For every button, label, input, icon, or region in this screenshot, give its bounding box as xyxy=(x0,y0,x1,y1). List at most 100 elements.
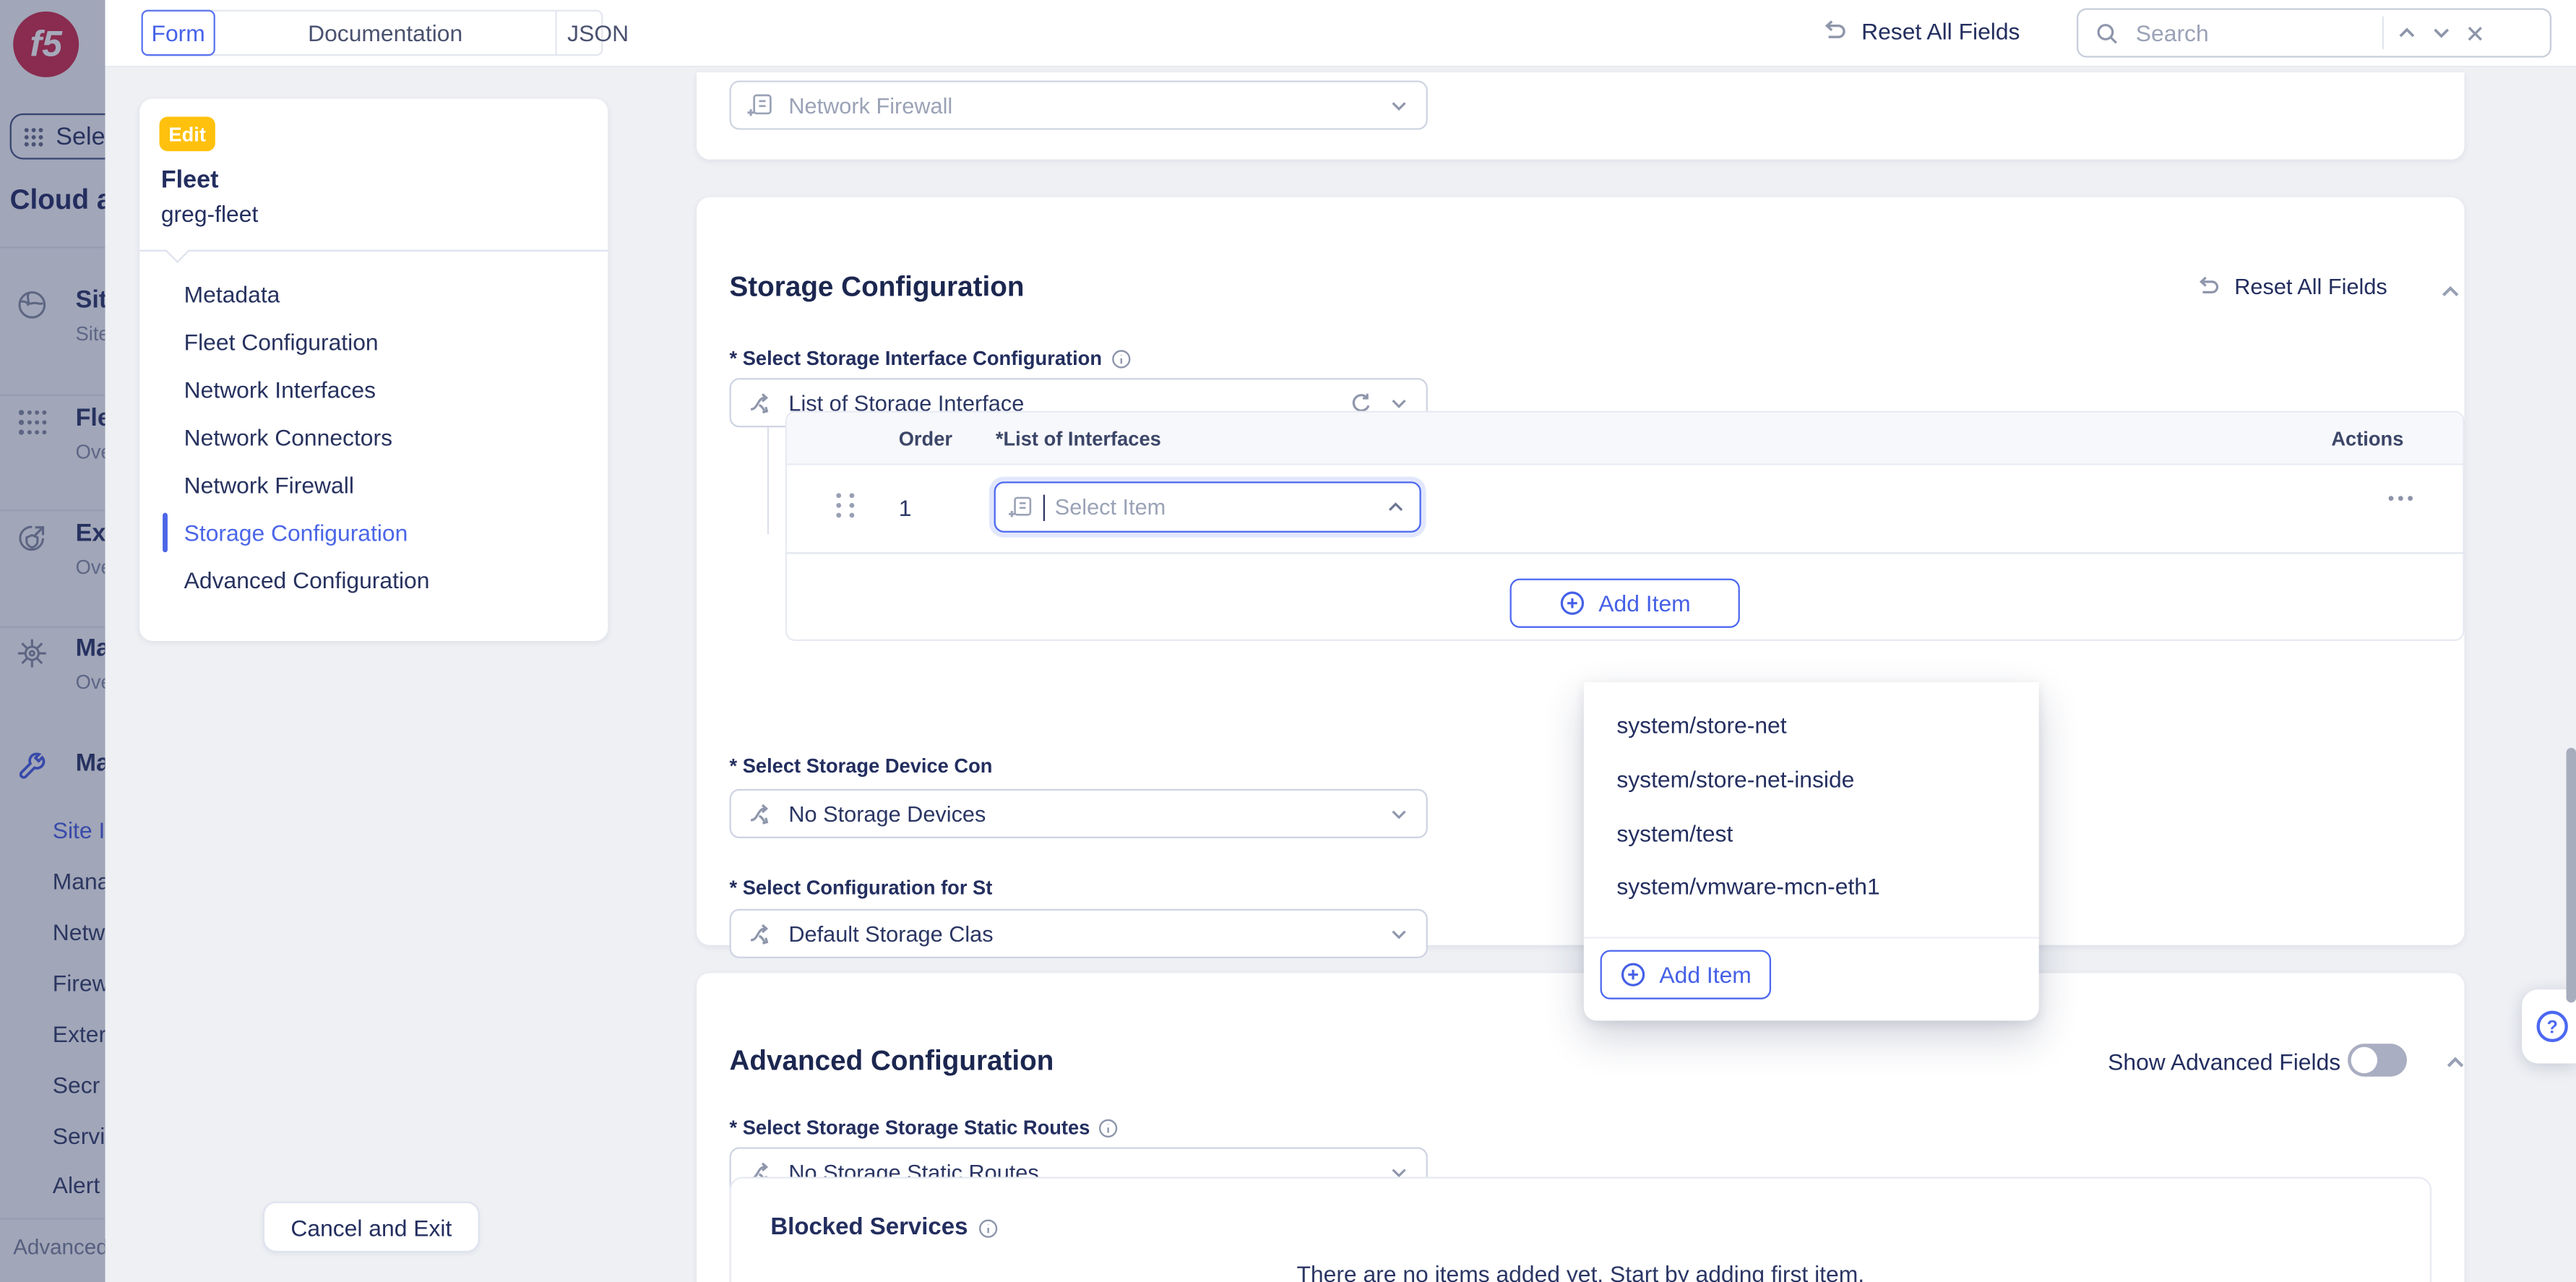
cancel-and-exit-button[interactable]: Cancel and Exit xyxy=(263,1202,480,1253)
add-item-button[interactable]: Add Item xyxy=(1510,579,1740,628)
info-icon[interactable] xyxy=(1110,348,1132,369)
storage-device-label-text: * Select Storage Device Con xyxy=(730,754,993,778)
search-input[interactable] xyxy=(2132,18,2369,48)
chevron-up-icon xyxy=(1385,496,1407,518)
network-firewall-select[interactable]: Network Firewall xyxy=(730,80,1428,129)
info-icon[interactable] xyxy=(978,1217,999,1239)
storage-device-label: * Select Storage Device Con xyxy=(730,754,993,778)
one-of-icon xyxy=(748,801,774,827)
storage-interface-label-text: * Select Storage Interface Configuration xyxy=(730,347,1102,370)
dropdown-add-item-button[interactable]: Add Item xyxy=(1601,950,1771,999)
close-icon[interactable] xyxy=(2465,22,2486,44)
form-nav-advanced-configuration[interactable]: Advanced Configuration xyxy=(184,567,430,593)
storage-class-label-text: * Select Configuration for St xyxy=(730,876,993,899)
tab-form-label: Form xyxy=(152,20,205,46)
scrollbar-thumb[interactable] xyxy=(2565,748,2575,1003)
tab-form[interactable]: Form xyxy=(142,10,215,56)
chevron-up-icon[interactable] xyxy=(2395,22,2418,45)
form-nav-network-connectors[interactable]: Network Connectors xyxy=(184,424,392,450)
dropdown-divider xyxy=(1584,937,2039,938)
storage-class-label: * Select Configuration for St xyxy=(730,876,993,899)
search-box xyxy=(2077,8,2551,57)
select-item-dropdown: system/store-net system/store-net-inside… xyxy=(1584,682,2039,1021)
search-divider xyxy=(2382,17,2384,49)
chevron-down-icon xyxy=(1388,923,1410,945)
storage-configuration-card: Storage Configuration Reset All Fields *… xyxy=(697,197,2465,945)
form-nav-storage-configuration[interactable]: Storage Configuration xyxy=(184,520,408,546)
column-order: Order xyxy=(899,427,952,450)
chevron-down-icon xyxy=(1388,392,1410,413)
collapse-chevron-icon[interactable] xyxy=(2443,1050,2468,1075)
blocked-services-title-text: Blocked Services xyxy=(770,1215,968,1241)
chevron-down-icon[interactable] xyxy=(2430,22,2453,45)
option-system-store-net[interactable]: system/store-net xyxy=(1616,712,1786,738)
app-window: f5 Sele Cloud a Sites Site M Flee Overv xyxy=(0,0,2576,1282)
static-routes-label: * Select Storage Storage Static Routes xyxy=(730,1116,1120,1139)
form-nav-network-interfaces[interactable]: Network Interfaces xyxy=(184,377,376,403)
storage-device-select[interactable]: No Storage Devices xyxy=(730,789,1428,838)
collapse-chevron-icon[interactable] xyxy=(2438,280,2463,304)
chevron-down-icon xyxy=(1388,803,1410,825)
svg-text:?: ? xyxy=(2547,1017,2558,1037)
network-firewall-select-value: Network Firewall xyxy=(788,93,1373,118)
storage-interface-label: * Select Storage Interface Configuration xyxy=(730,347,1132,370)
tab-documentation[interactable]: Documentation xyxy=(215,10,556,56)
interfaces-table: Order *List of Interfaces Actions 1 Sele… xyxy=(785,411,2465,641)
add-item-label: Add Item xyxy=(1598,590,1690,616)
option-system-store-net-inside[interactable]: system/store-net-inside xyxy=(1616,766,1854,792)
static-routes-label-text: * Select Storage Storage Static Routes xyxy=(730,1116,1090,1139)
column-actions: Actions xyxy=(2331,427,2403,450)
storage-class-select[interactable]: Default Storage Clas xyxy=(730,909,1428,958)
blocked-services-title: Blocked Services xyxy=(770,1215,999,1241)
show-advanced-fields-label: Show Advanced Fields xyxy=(2108,1049,2340,1075)
reset-all-fields-label: Reset All Fields xyxy=(1861,18,2020,44)
select-item-combobox[interactable]: Select Item xyxy=(994,481,1421,533)
plus-circle-icon xyxy=(1559,590,1585,616)
storage-class-select-value: Default Storage Clas xyxy=(788,921,1373,946)
section-reset-all-label: Reset All Fields xyxy=(2234,275,2387,299)
form-nav-card: Edit Fleet greg-fleet Metadata Fleet Con… xyxy=(139,98,608,641)
modal-backdrop xyxy=(0,0,105,1282)
chevron-down-icon xyxy=(1388,95,1410,116)
option-system-vmware-mcn-eth1[interactable]: system/vmware-mcn-eth1 xyxy=(1616,873,1879,899)
interfaces-table-header: Order *List of Interfaces Actions xyxy=(787,413,2463,465)
object-name: greg-fleet xyxy=(161,200,259,226)
tab-json-label: JSON xyxy=(567,20,629,46)
storage-device-select-value: No Storage Devices xyxy=(788,801,1373,826)
reset-all-fields-button[interactable]: Reset All Fields xyxy=(1822,18,2020,44)
column-list-of-interfaces: *List of Interfaces xyxy=(996,427,1161,450)
form-nav-divider xyxy=(139,250,608,251)
drag-handle[interactable] xyxy=(836,493,856,517)
dropdown-add-item-label: Add Item xyxy=(1659,962,1751,988)
tree-connector xyxy=(767,427,769,534)
edit-badge: Edit xyxy=(160,116,215,151)
advanced-section-title: Advanced Configuration xyxy=(730,1046,1054,1078)
advanced-configuration-card: Advanced Configuration Show Advanced Fie… xyxy=(697,973,2465,1282)
form-item-icon xyxy=(1009,495,1033,520)
search-icon xyxy=(2095,20,2119,45)
option-system-test[interactable]: system/test xyxy=(1616,820,1733,846)
form-nav-notch xyxy=(165,240,189,263)
object-type: Fleet xyxy=(161,166,219,194)
form-item-icon xyxy=(748,92,774,118)
show-advanced-fields-toggle[interactable] xyxy=(2348,1044,2407,1076)
tab-json[interactable]: JSON xyxy=(556,10,641,56)
plus-circle-icon xyxy=(1620,962,1646,988)
one-of-icon xyxy=(748,921,774,947)
row-actions-menu[interactable]: ••• xyxy=(2388,490,2417,509)
info-icon[interactable] xyxy=(1098,1117,1120,1138)
form-nav-network-firewall[interactable]: Network Firewall xyxy=(184,472,354,498)
row-order-value: 1 xyxy=(899,495,912,521)
form-nav-fleet-configuration[interactable]: Fleet Configuration xyxy=(184,329,379,355)
active-nav-indicator xyxy=(163,513,168,553)
reset-icon xyxy=(1822,18,1848,44)
form-nav-metadata[interactable]: Metadata xyxy=(184,281,280,307)
reset-icon xyxy=(2197,275,2221,299)
text-caret xyxy=(1043,494,1045,520)
select-item-placeholder: Select Item xyxy=(1055,495,1375,520)
section-reset-all-button[interactable]: Reset All Fields xyxy=(2197,275,2387,299)
tab-documentation-label: Documentation xyxy=(308,20,462,46)
form-content: Edit Fleet greg-fleet Metadata Fleet Con… xyxy=(105,66,2576,1282)
help-icon: ? xyxy=(2535,1009,2569,1044)
toggle-knob xyxy=(2351,1047,2377,1073)
